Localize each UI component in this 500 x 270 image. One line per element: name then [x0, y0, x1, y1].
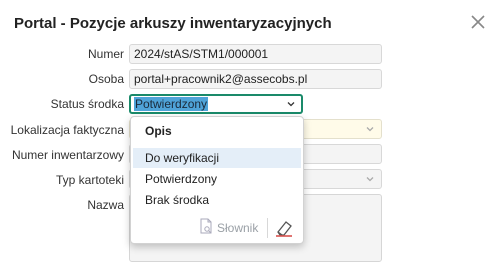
- document-icon: [199, 218, 213, 237]
- chevron-down-icon[interactable]: [287, 100, 295, 108]
- dropdown-footer: Słownik: [131, 213, 303, 243]
- osoba-field: portal+pracownik2@assecobs.pl: [129, 69, 382, 89]
- close-icon[interactable]: [470, 14, 486, 30]
- osoba-label: Osoba: [88, 72, 124, 86]
- status-dropdown: Opis Do weryfikacji Potwierdzony Brak śr…: [130, 116, 304, 244]
- lokalizacja-label: Lokalizacja faktyczna: [10, 123, 124, 137]
- numer-field: 2024/stAS/STM1/000001: [129, 44, 382, 64]
- dialog: Portal - Pozycje arkuszy inwentaryzacyjn…: [0, 0, 500, 270]
- option-potwierdzony[interactable]: Potwierdzony: [133, 169, 301, 189]
- status-selected-value: Potwierdzony: [134, 97, 209, 111]
- lokalizacja-chevron-icon[interactable]: [366, 125, 374, 133]
- status-label: Status środka: [50, 97, 124, 111]
- numer-label: Numer: [87, 47, 124, 61]
- eraser-icon[interactable]: [273, 217, 295, 239]
- dictionary-button[interactable]: Słownik: [199, 218, 258, 237]
- option-brak-srodka[interactable]: Brak środka: [133, 190, 301, 210]
- footer-divider: [267, 218, 268, 238]
- status-select[interactable]: Potwierdzony: [129, 94, 303, 114]
- option-do-weryfikacji[interactable]: Do weryfikacji: [133, 148, 301, 168]
- dropdown-header: Opis: [145, 124, 172, 138]
- numer-inw-label: Numer inwentarzowy: [11, 148, 124, 162]
- typ-label: Typ kartoteki: [55, 173, 124, 187]
- typ-chevron-icon[interactable]: [366, 175, 374, 183]
- dictionary-label: Słownik: [217, 220, 259, 235]
- nazwa-label: Nazwa: [87, 198, 124, 212]
- dialog-title: Portal - Pozycje arkuszy inwentaryzacyjn…: [14, 15, 332, 32]
